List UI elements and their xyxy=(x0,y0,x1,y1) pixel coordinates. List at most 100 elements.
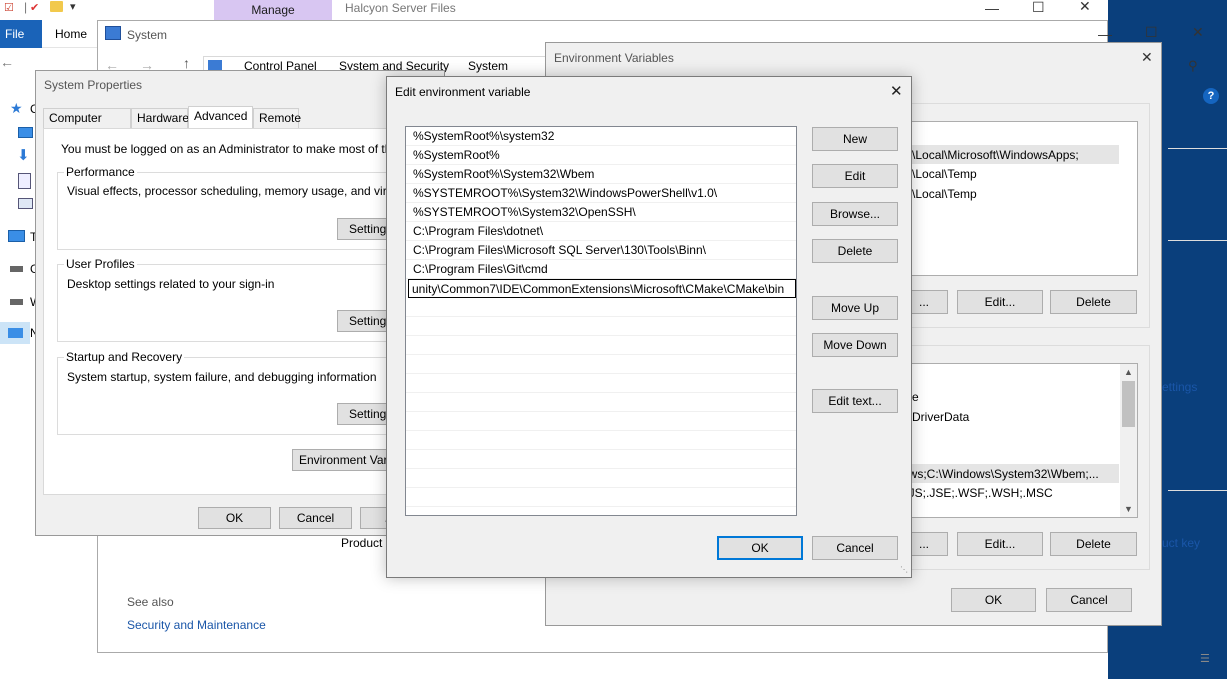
star-icon[interactable]: ★ xyxy=(10,100,23,117)
system-window-icon xyxy=(105,26,121,40)
network-icon[interactable] xyxy=(8,328,23,338)
system-maximize-icon[interactable]: ☐ xyxy=(1145,24,1158,41)
resize-grip-icon[interactable]: ⋱ xyxy=(900,566,908,574)
path-entry[interactable]: C:\Program Files\Microsoft SQL Server\13… xyxy=(406,241,796,260)
env-ok-button[interactable]: OK xyxy=(951,588,1036,612)
drive-icon[interactable] xyxy=(10,299,23,305)
new-path-button[interactable]: New xyxy=(812,127,898,151)
help-icon[interactable]: ? xyxy=(1203,88,1219,104)
scroll-down-icon[interactable]: ▼ xyxy=(1124,504,1133,514)
path-entry[interactable]: %SYSTEMROOT%\System32\OpenSSH\ xyxy=(406,203,796,222)
drive-icon[interactable] xyxy=(10,266,23,272)
empty-path-row[interactable] xyxy=(406,298,796,317)
scroll-up-icon[interactable]: ▲ xyxy=(1124,367,1133,377)
quick-access-dropdown-icon[interactable]: ▾ xyxy=(70,0,76,13)
path-entry[interactable]: C:\Program Files\dotnet\ xyxy=(406,222,796,241)
back-arrow-icon[interactable]: ← xyxy=(0,54,14,70)
user-var-value[interactable]: ta\Local\Temp xyxy=(902,167,977,181)
maximize-icon[interactable]: ☐ xyxy=(1032,0,1045,16)
pictures-icon[interactable] xyxy=(18,198,33,209)
user-edit-button[interactable]: Edit... xyxy=(957,290,1043,314)
startup-recovery-title: Startup and Recovery xyxy=(64,350,185,364)
system-var-value[interactable]: e xyxy=(912,390,919,404)
path-entry[interactable]: %SYSTEMROOT%\System32\WindowsPowerShell\… xyxy=(406,184,796,203)
empty-path-row[interactable] xyxy=(406,355,796,374)
delete-path-button[interactable]: Delete xyxy=(812,239,898,263)
tab-hardware[interactable]: Hardware xyxy=(131,108,189,128)
empty-path-row[interactable] xyxy=(406,317,796,336)
performance-title: Performance xyxy=(64,165,137,179)
product-label: Product xyxy=(341,536,383,550)
edit-ok-button[interactable]: OK xyxy=(717,536,803,560)
explorer-window-title: Halcyon Server Files xyxy=(345,1,456,15)
tab-computer-name[interactable]: Computer Name xyxy=(43,108,131,143)
env-dialog-title: Environment Variables xyxy=(554,51,674,65)
edit-path-button[interactable]: Edit xyxy=(812,164,898,188)
user-delete-button[interactable]: Delete xyxy=(1050,290,1137,314)
env-cancel-button[interactable]: Cancel xyxy=(1046,588,1132,612)
system-window-title: System xyxy=(127,28,168,42)
system-delete-button[interactable]: Delete xyxy=(1050,532,1137,556)
divider xyxy=(1168,490,1227,491)
breadcrumb-system[interactable]: System xyxy=(468,59,508,73)
browse-button[interactable]: Browse... xyxy=(812,202,898,226)
user-var-value[interactable]: ta\Local\Temp xyxy=(902,187,977,201)
empty-path-row[interactable] xyxy=(406,412,796,431)
close-icon[interactable]: ✕ xyxy=(1079,0,1091,15)
user-profiles-title: User Profiles xyxy=(64,257,137,271)
path-entry[interactable]: %SystemRoot% xyxy=(406,146,796,165)
file-tab[interactable]: File xyxy=(0,20,42,48)
environment-variables-button[interactable]: Environment Variab xyxy=(292,449,392,471)
security-and-maintenance-link[interactable]: Security and Maintenance xyxy=(127,618,266,632)
performance-description: Visual effects, processor scheduling, me… xyxy=(67,184,437,198)
sysprops-ok-button[interactable]: OK xyxy=(198,507,271,529)
see-also-heading: See also xyxy=(127,595,174,609)
tab-advanced[interactable]: Advanced xyxy=(188,106,253,128)
edit-cancel-button[interactable]: Cancel xyxy=(812,536,898,560)
empty-path-row[interactable] xyxy=(406,431,796,450)
empty-path-row[interactable] xyxy=(406,469,796,488)
empty-path-row[interactable] xyxy=(406,393,796,412)
path-entry[interactable]: %SystemRoot%\system32 xyxy=(406,127,796,146)
layout-icon[interactable]: ☰ xyxy=(1200,652,1210,665)
sysprops-cancel-button[interactable]: Cancel xyxy=(279,507,352,529)
system-var-value[interactable]: DriverData xyxy=(912,410,969,424)
search-icon[interactable]: ⚲ xyxy=(1188,58,1198,74)
move-up-button[interactable]: Move Up xyxy=(812,296,898,320)
up-button-icon[interactable]: ↑ xyxy=(183,55,190,71)
user-var-value[interactable]: ta\Local\Microsoft\WindowsApps; xyxy=(902,148,1079,162)
documents-icon[interactable] xyxy=(18,173,31,189)
system-var-value[interactable]: ;.JS;.JSE;.WSF;.WSH;.MSC xyxy=(902,486,1053,500)
home-tab[interactable]: Home xyxy=(55,20,87,48)
empty-path-row[interactable] xyxy=(406,488,796,507)
path-entry-edit-field[interactable]: unity\Common7\IDE\CommonExtensions\Micro… xyxy=(408,279,796,298)
system-edit-button[interactable]: Edit... xyxy=(957,532,1043,556)
minimize-icon[interactable]: — xyxy=(985,0,999,16)
system-var-value[interactable]: ows;C:\Windows\System32\Wbem;... xyxy=(902,467,1099,481)
desktop-icon[interactable] xyxy=(18,127,33,138)
explorer-titlebar xyxy=(0,0,1108,20)
move-down-button[interactable]: Move Down xyxy=(812,333,898,357)
edit-text-button[interactable]: Edit text... xyxy=(812,389,898,413)
properties-icon[interactable]: ☑ xyxy=(4,1,14,14)
scrollbar-thumb[interactable] xyxy=(1122,381,1135,427)
path-entry[interactable]: C:\Program Files\Git\cmd xyxy=(406,260,796,279)
system-minimize-icon[interactable]: — xyxy=(1098,26,1112,42)
tab-remote[interactable]: Remote xyxy=(253,108,301,128)
path-entry[interactable]: %SystemRoot%\System32\Wbem xyxy=(406,165,796,184)
empty-path-row[interactable] xyxy=(406,374,796,393)
manage-tab[interactable]: Manage xyxy=(214,0,332,20)
path-entries-list[interactable]: %SystemRoot%\system32 %SystemRoot% %Syst… xyxy=(405,126,797,516)
change-settings-link[interactable]: ettings xyxy=(1162,380,1197,394)
empty-path-row[interactable] xyxy=(406,450,796,469)
change-product-key-link[interactable]: uct key xyxy=(1162,536,1200,550)
system-close-icon[interactable]: ✕ xyxy=(1192,24,1204,41)
edit-dialog-close-icon[interactable]: ✕ xyxy=(890,82,903,100)
env-close-icon[interactable]: ✕ xyxy=(1141,49,1153,66)
checklist-icon[interactable]: ✔ xyxy=(30,1,39,14)
downloads-icon[interactable]: ⬇ xyxy=(17,146,30,164)
folder-icon[interactable] xyxy=(50,1,63,12)
empty-path-row[interactable] xyxy=(406,336,796,355)
startup-recovery-description: System startup, system failure, and debu… xyxy=(67,370,377,384)
this-pc-icon[interactable] xyxy=(8,230,25,242)
